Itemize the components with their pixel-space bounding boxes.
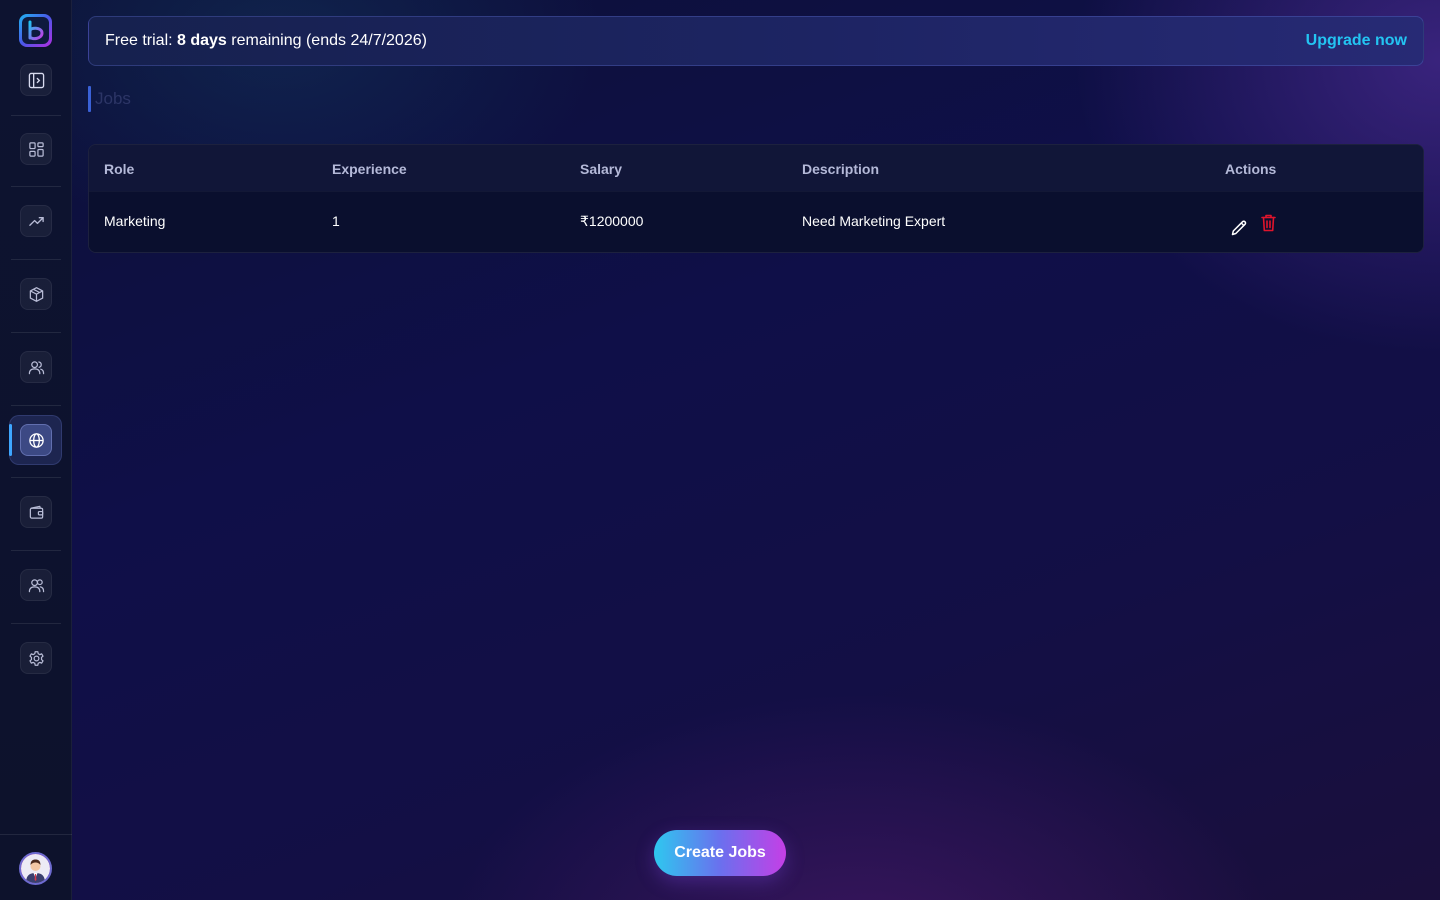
team-icon <box>28 578 44 592</box>
sidebar-divider <box>11 115 61 116</box>
app-logo[interactable] <box>19 14 52 47</box>
trial-suffix: remaining (ends 24/7/2026) <box>226 32 427 49</box>
column-header-role[interactable]: Role <box>104 161 134 177</box>
logo-mark-icon <box>22 17 49 44</box>
sidebar-divider <box>11 405 61 406</box>
create-jobs-button[interactable]: Create Jobs <box>654 830 786 876</box>
pencil-icon <box>1231 220 1247 236</box>
trending-up-icon <box>28 216 44 226</box>
trial-message: Free trial: 8 days remaining (ends 24/7/… <box>105 32 427 50</box>
panel-toggle-icon <box>28 72 44 88</box>
box-icon <box>29 286 43 302</box>
page-title: Jobs <box>95 89 131 108</box>
title-accent-bar <box>88 86 91 112</box>
sidebar-bottom-divider <box>0 834 72 835</box>
sidebar-divider <box>11 186 61 187</box>
gear-icon <box>28 650 44 666</box>
column-header-description[interactable]: Description <box>802 161 879 177</box>
jobs-table: Role Experience Salary Description Actio… <box>88 144 1424 253</box>
user-avatar[interactable] <box>19 852 52 885</box>
dashboard-grid-icon <box>28 141 44 157</box>
sidebar-item-jobs[interactable] <box>20 424 52 456</box>
trial-days: 8 days <box>177 32 227 49</box>
globe-icon <box>28 432 44 448</box>
sidebar-item-customers[interactable] <box>20 351 52 383</box>
sidebar-item-dashboard[interactable] <box>20 133 52 165</box>
wallet-icon <box>29 505 43 519</box>
trial-prefix: Free trial: <box>105 32 178 49</box>
sidebar-divider <box>11 259 61 260</box>
sidebar-item-settings[interactable] <box>20 642 52 674</box>
sidebar-item-team[interactable] <box>20 569 52 601</box>
cell-experience: 1 <box>332 213 340 229</box>
sidebar-divider <box>11 332 61 333</box>
table-header-row: Role Experience Salary Description Actio… <box>89 145 1423 191</box>
sidebar <box>0 0 72 900</box>
delete-job-button[interactable] <box>1261 214 1276 232</box>
users-icon <box>28 360 44 374</box>
table-row[interactable]: Marketing 1 ₹1200000 Need Marketing Expe… <box>89 191 1423 252</box>
cell-description: Need Marketing Expert <box>802 213 946 229</box>
trash-icon <box>1261 214 1276 232</box>
sidebar-item-products[interactable] <box>20 278 52 310</box>
cell-salary: ₹1200000 <box>580 213 644 229</box>
sidebar-active-indicator <box>9 424 12 456</box>
upgrade-now-link[interactable]: Upgrade now <box>1306 32 1407 50</box>
page-header: Jobs <box>88 86 131 112</box>
sidebar-divider <box>11 623 61 624</box>
trial-banner: Free trial: 8 days remaining (ends 24/7/… <box>88 16 1424 66</box>
sidebar-item-analytics[interactable] <box>20 205 52 237</box>
edit-job-button[interactable] <box>1230 219 1248 237</box>
avatar-person-icon <box>21 854 50 883</box>
column-header-experience[interactable]: Experience <box>332 161 407 177</box>
cell-role: Marketing <box>104 213 166 229</box>
sidebar-toggle-button[interactable] <box>20 64 52 96</box>
sidebar-divider <box>11 477 61 478</box>
column-header-actions: Actions <box>1225 161 1277 177</box>
column-header-salary[interactable]: Salary <box>580 161 622 177</box>
sidebar-item-wallet[interactable] <box>20 496 52 528</box>
sidebar-divider <box>11 550 61 551</box>
